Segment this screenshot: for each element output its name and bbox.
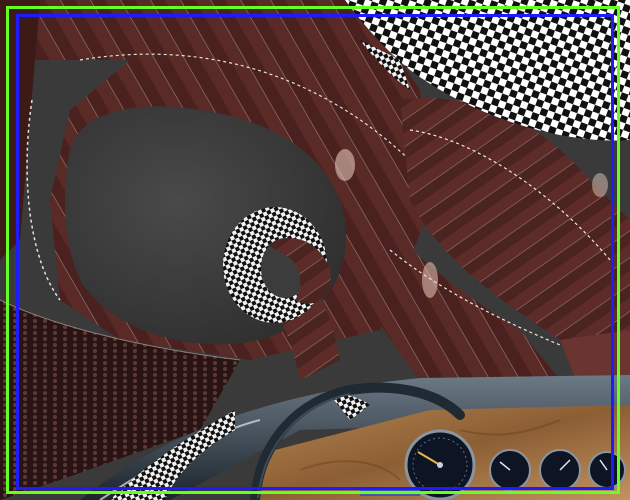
gauge-3 — [539, 449, 581, 491]
gauge-2 — [489, 449, 531, 491]
game-scene — [0, 0, 630, 500]
gauge-4 — [588, 451, 626, 489]
game-viewport[interactable] — [0, 0, 630, 500]
